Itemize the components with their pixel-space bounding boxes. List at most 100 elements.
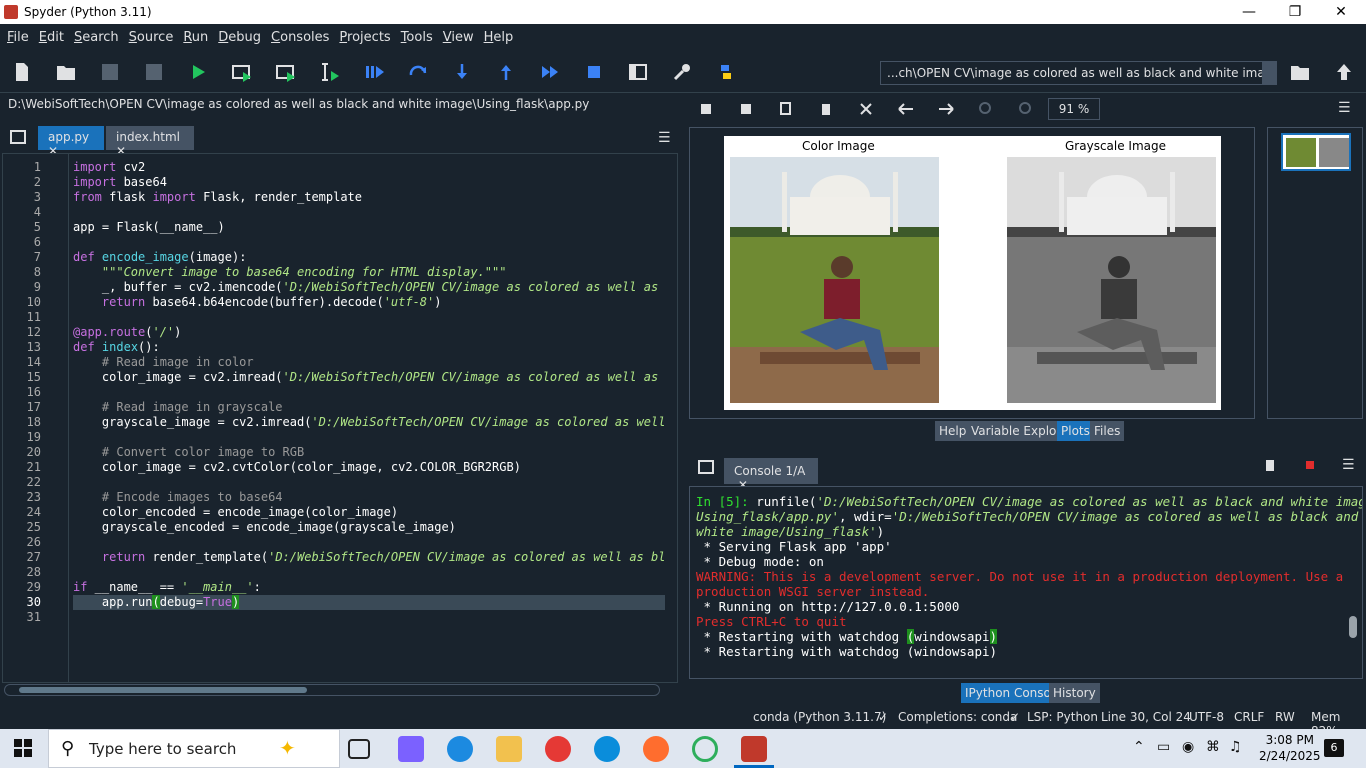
line-number-gutter: 1 2 3 4 5 6 7 8 9 10 11 12 13 14 15 16 17 18 19 20 21 22 23 24 2… [3,154,69,682]
edge-browser-icon[interactable] [447,736,473,762]
wifi-icon[interactable]: ⌘ [1206,739,1220,755]
menu-source[interactable]: Source [124,30,179,45]
minimize-button[interactable]: — [1226,0,1272,24]
spyder-taskbar-icon[interactable] [741,736,767,762]
refresh-app-icon[interactable] [692,736,718,762]
skype-icon[interactable] [594,736,620,762]
code-area[interactable]: import cv2 import base64 from flask impo… [73,154,665,682]
working-directory-combo[interactable]: ...ch\OPEN CV\image as colored as well a… [880,61,1277,85]
copy-plot-icon[interactable] [772,96,800,122]
file-explorer-icon[interactable] [496,736,522,762]
zoom-in-icon[interactable] [972,96,1000,122]
open-folder-icon[interactable] [52,59,80,85]
parent-directory-icon[interactable] [1330,59,1358,85]
line-number: 12 [26,325,41,339]
delete-plot-icon[interactable] [812,96,840,122]
step-return-icon[interactable] [492,59,520,85]
console-scrollbar[interactable] [1347,490,1359,674]
grayscale-image [1007,157,1216,403]
code-editor[interactable]: 1 2 3 4 5 6 7 8 9 10 11 12 13 14 15 16 17 18 19 20 21 22 23 24 2… [2,153,678,683]
menu-run[interactable]: Run [178,30,213,45]
tab-app-py[interactable]: app.py ✕ [38,126,104,158]
console-warning: Press CTRL+C to quit [696,614,847,629]
scrollbar-thumb[interactable] [19,687,307,693]
console-line: * Serving Flask app 'app' [696,539,892,554]
brave-arc-icon[interactable] [643,736,669,762]
zoom-out-icon[interactable] [1012,96,1040,122]
code-line: from flask import Flask, render_template [73,190,363,204]
menu-edit[interactable]: Edit [34,30,69,45]
chevron-down-icon[interactable] [1262,62,1276,84]
delete-all-plots-icon[interactable] [852,96,880,122]
new-file-icon[interactable] [8,59,36,85]
save-plot-icon[interactable] [692,96,720,122]
step-into-icon[interactable] [448,59,476,85]
next-plot-icon[interactable] [932,96,960,122]
notification-badge[interactable]: 6 [1324,739,1344,757]
run-selection-icon[interactable] [316,59,344,85]
menu-bar: File Edit Search Source Run Debug Consol… [0,24,1366,51]
browse-consoles-icon[interactable] [692,454,720,480]
browse-tabs-icon[interactable] [4,124,32,150]
tab-console-1a[interactable]: Console 1/A ✕ [724,458,818,492]
tab-index-html[interactable]: index.html ✕ [106,126,194,158]
tab-history[interactable]: History [1049,683,1100,703]
battery-icon[interactable]: ▭ [1157,739,1170,755]
editor-vertical-scrollbar[interactable] [665,154,677,682]
line-number: 25 [26,520,41,534]
save-all-icon[interactable] [140,59,168,85]
windows-start-icon[interactable] [14,739,32,757]
tab-help[interactable]: Help [935,421,971,441]
interrupt-kernel-icon[interactable] [1296,452,1324,478]
preferences-wrench-icon[interactable] [668,59,696,85]
clear-console-icon[interactable] [1256,452,1284,478]
continue-icon[interactable] [536,59,564,85]
menu-consoles[interactable]: Consoles [266,30,334,45]
step-over-icon[interactable] [404,59,432,85]
thumbnail-color-image [1286,138,1316,167]
menu-tools[interactable]: Tools [396,30,438,45]
menu-debug[interactable]: Debug [213,30,266,45]
menu-projects[interactable]: Projects [334,30,395,45]
copilot-icon[interactable] [398,736,424,762]
system-clock[interactable]: 3:08 PM 2/24/2025 [1259,732,1321,764]
menu-search[interactable]: Search [69,30,124,45]
run-icon[interactable] [184,59,212,85]
menu-view[interactable]: View [438,30,479,45]
previous-plot-icon[interactable] [892,96,920,122]
plots-options-menu-icon[interactable]: ☰ [1338,100,1351,116]
save-all-plots-icon[interactable] [732,96,760,122]
taskbar-search-box[interactable]: ⚲ Type here to search ✦ [48,729,340,768]
volume-icon[interactable]: ♫ [1229,739,1242,755]
python-path-icon[interactable] [712,59,740,85]
maximize-button[interactable]: ❐ [1272,0,1318,24]
console-options-menu-icon[interactable]: ☰ [1342,457,1355,473]
code-line: def index(): [73,340,160,354]
run-cell-icon[interactable] [228,59,256,85]
chevron-up-icon[interactable]: ⌃ [1133,739,1145,755]
tab-label: Console 1/A [734,464,806,478]
run-cell-advance-icon[interactable] [272,59,300,85]
menu-help[interactable]: Help [479,30,519,45]
chrome-icon[interactable] [545,736,571,762]
zoom-level[interactable]: 91 % [1048,98,1100,120]
plot-thumbnail[interactable] [1281,133,1351,171]
scrollbar-thumb[interactable] [1349,616,1357,638]
task-view-icon[interactable] [348,739,370,759]
code-line: import cv2 [73,160,146,174]
tab-plots[interactable]: Plots [1057,421,1094,441]
editor-options-menu-icon[interactable]: ☰ [658,130,671,146]
maximize-pane-icon[interactable] [624,59,652,85]
ipython-console[interactable]: In [5]: runfile('D:/WebiSoftTech/OPEN CV… [689,486,1363,679]
close-button[interactable]: ✕ [1318,0,1364,24]
save-icon[interactable] [96,59,124,85]
camera-icon[interactable]: ◉ [1182,739,1194,755]
editor-horizontal-scrollbar[interactable] [4,684,660,696]
menu-file[interactable]: File [2,30,34,45]
line-number: 19 [26,430,41,444]
browse-folder-icon[interactable] [1286,59,1314,85]
tab-files[interactable]: Files [1090,421,1125,441]
working-directory-value: ...ch\OPEN CV\image as colored as well a… [887,66,1276,80]
stop-icon[interactable] [580,59,608,85]
debug-file-icon[interactable] [360,59,388,85]
